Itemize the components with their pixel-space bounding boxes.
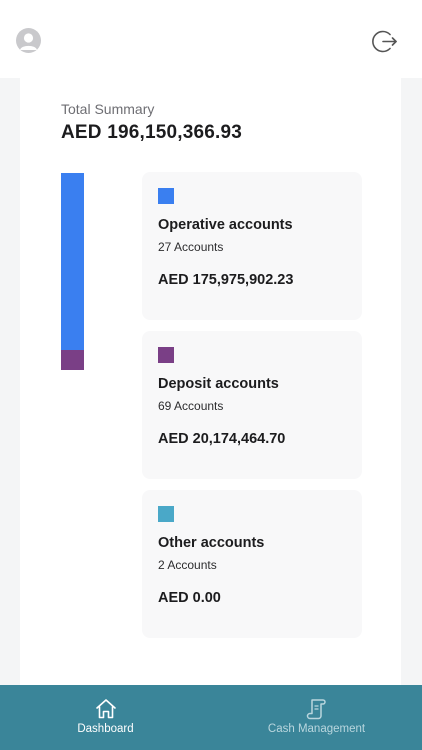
- account-amount: AED 0.00: [158, 590, 221, 606]
- stacked-bar-segment-1: [61, 173, 84, 350]
- total-summary-label: Total Summary: [61, 101, 155, 117]
- other-color-swatch: [158, 506, 174, 522]
- operative-color-swatch: [158, 188, 174, 204]
- logout-icon[interactable]: [370, 28, 397, 55]
- account-amount: AED 20,174,464.70: [158, 431, 286, 447]
- account-count: 27 Accounts: [158, 240, 224, 254]
- stacked-bar-chart: [61, 173, 84, 370]
- account-name: Other accounts: [158, 535, 265, 551]
- home-icon: [94, 697, 118, 721]
- user-avatar-icon[interactable]: [16, 28, 41, 53]
- nav-label: Cash Management: [267, 723, 366, 735]
- account-count: 69 Accounts: [158, 399, 224, 413]
- total-summary-amount: AED 196,150,366.93: [61, 122, 243, 143]
- nav-cash-management[interactable]: Cash Management: [211, 685, 422, 750]
- nav-dashboard[interactable]: Dashboard: [0, 685, 211, 750]
- account-card-operative[interactable]: Operative accounts 27 Accounts AED 175,9…: [142, 172, 362, 320]
- stacked-bar-segment-2: [61, 350, 84, 370]
- account-card-deposit[interactable]: Deposit accounts 69 Accounts AED 20,174,…: [142, 331, 362, 479]
- summary-card: Total Summary AED 196,150,366.93 Operati…: [20, 78, 401, 685]
- account-name: Deposit accounts: [158, 376, 279, 392]
- deposit-color-swatch: [158, 347, 174, 363]
- account-amount: AED 175,975,902.23: [158, 272, 294, 288]
- nav-label: Dashboard: [77, 723, 134, 735]
- scroll-icon: [304, 697, 328, 721]
- top-bar: [0, 0, 422, 78]
- bottom-navigation: Dashboard Cash Management: [0, 685, 422, 750]
- account-count: 2 Accounts: [158, 558, 217, 572]
- account-name: Operative accounts: [158, 217, 293, 233]
- account-card-other[interactable]: Other accounts 2 Accounts AED 0.00: [142, 490, 362, 638]
